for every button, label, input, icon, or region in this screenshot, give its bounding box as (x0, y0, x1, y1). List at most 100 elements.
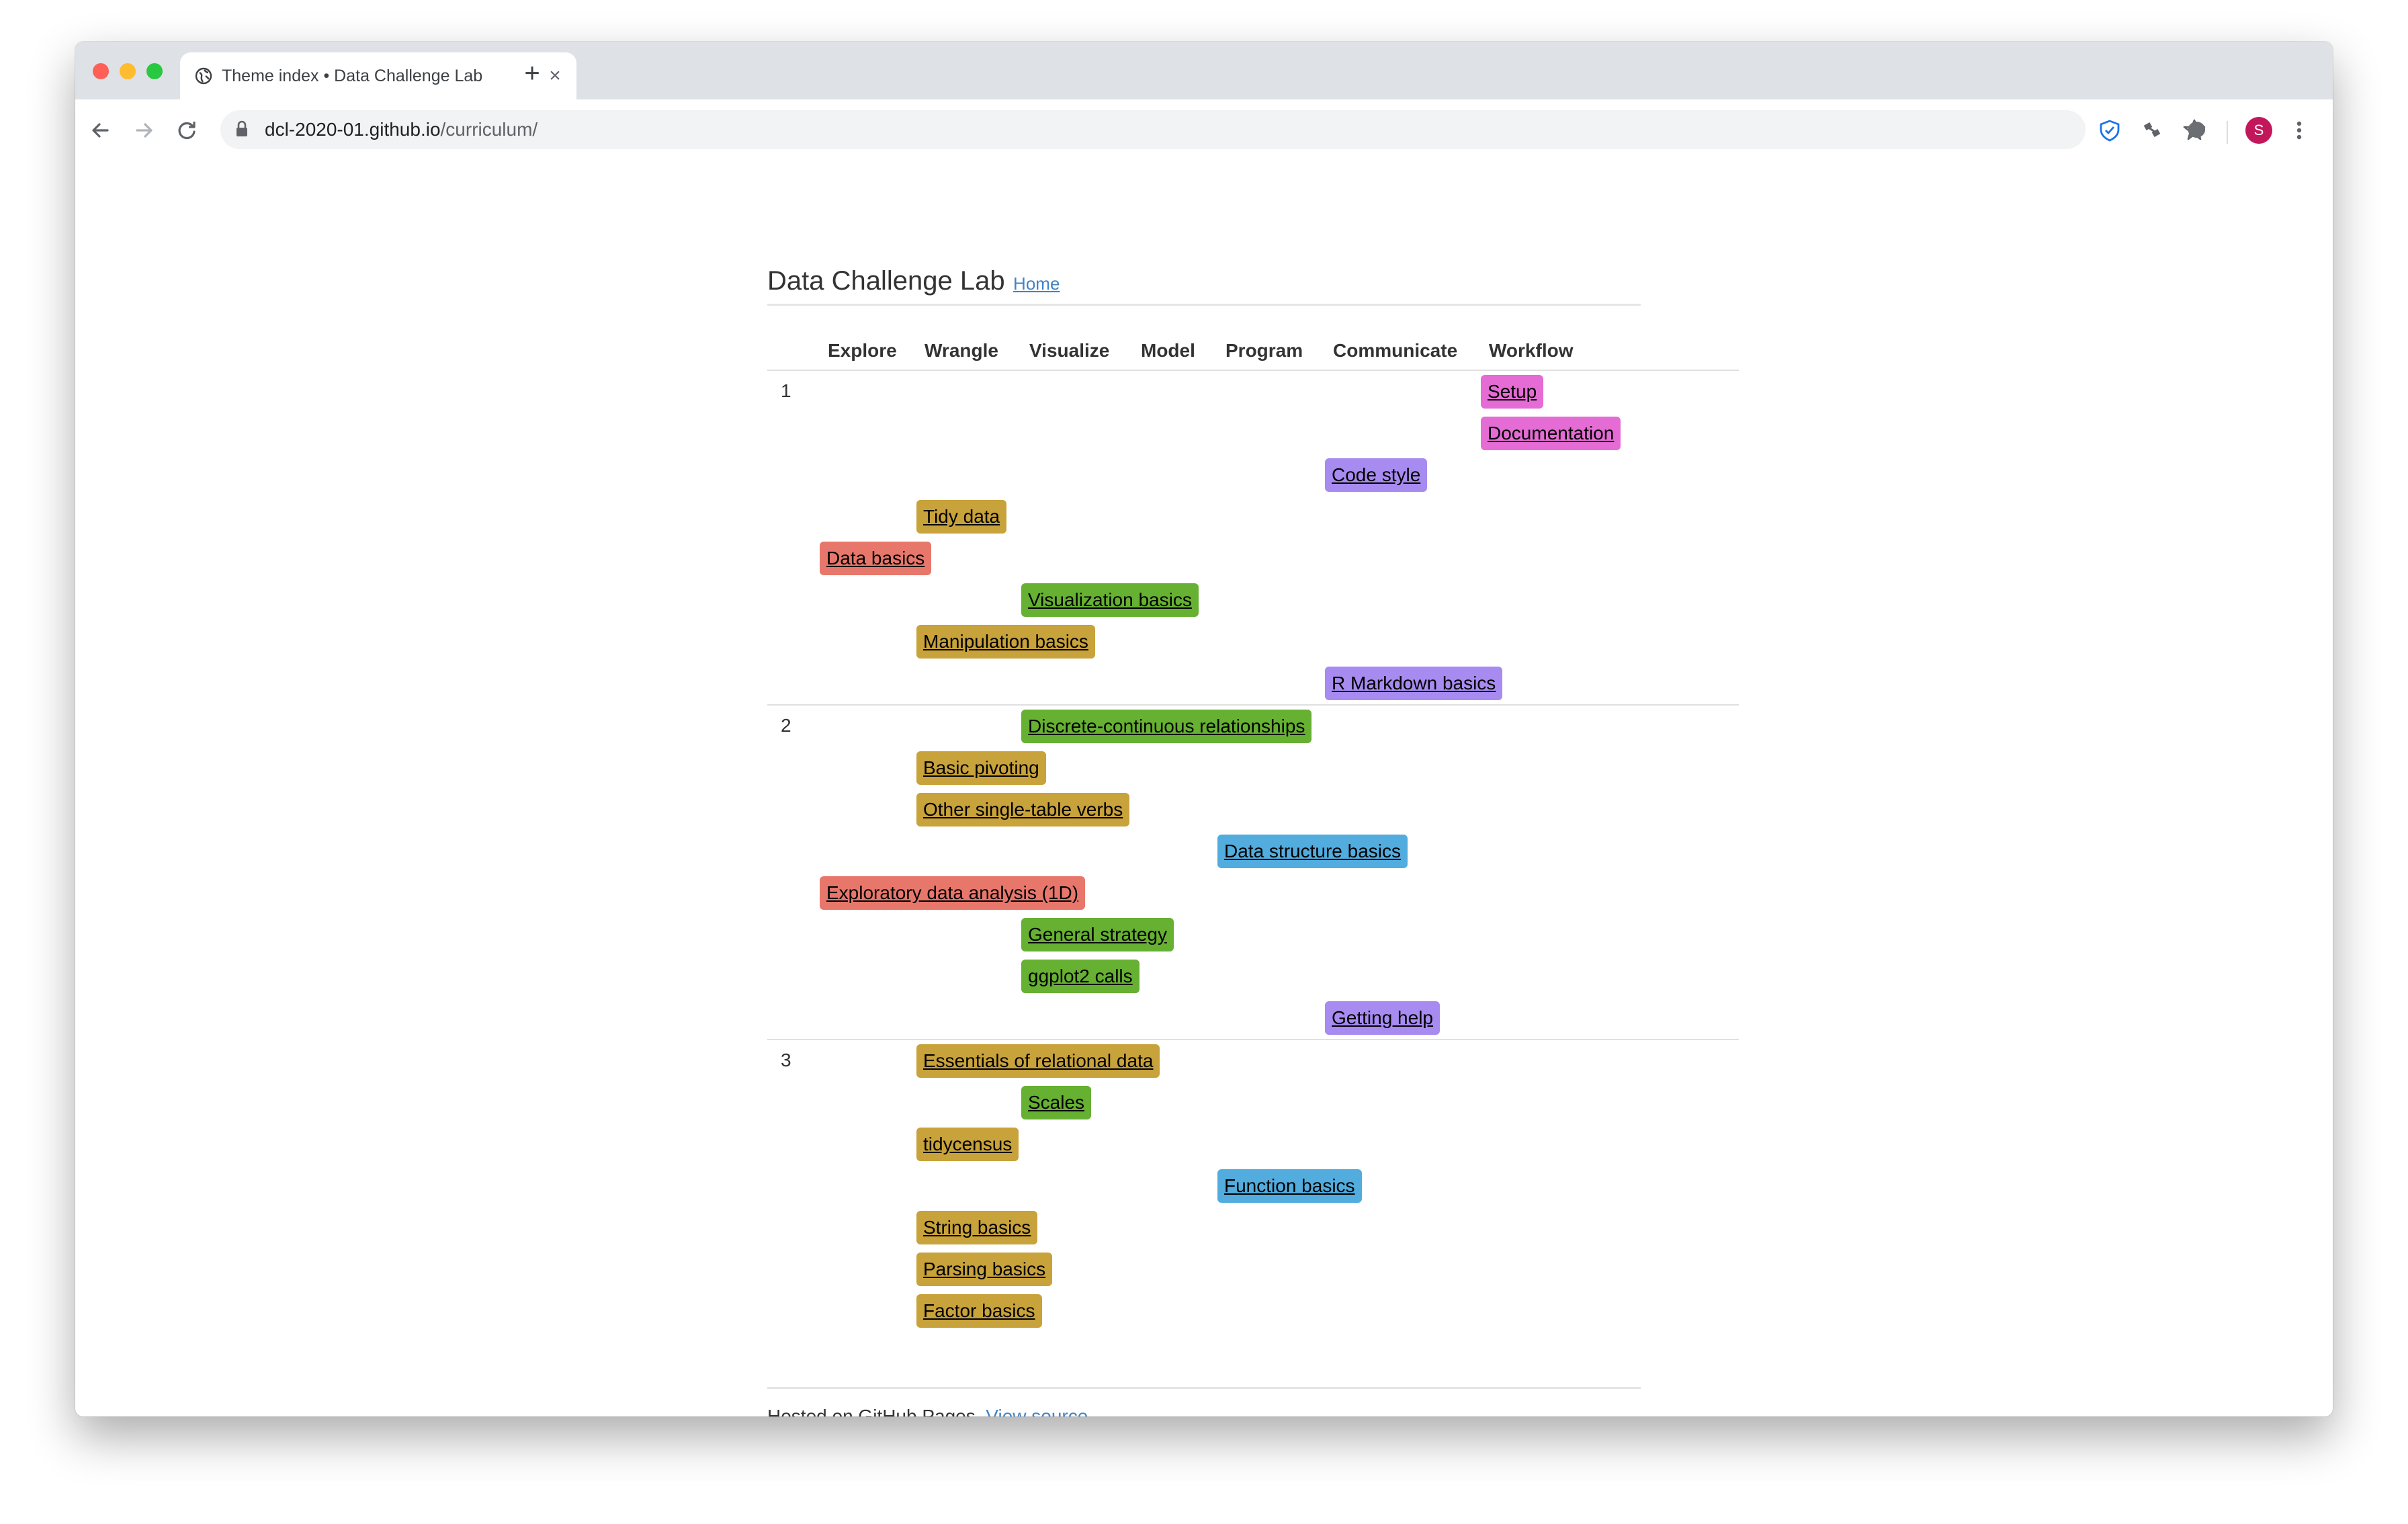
reload-icon[interactable] (171, 114, 203, 146)
theme-slot (1217, 1040, 1325, 1082)
theme-cell (1217, 496, 1325, 538)
kebab-menu-icon[interactable] (2290, 117, 2309, 144)
theme-slot (1481, 831, 1739, 872)
theme-cell (820, 997, 916, 1040)
url-text[interactable]: dcl-2020-01.github.io/curriculum/ (265, 110, 538, 149)
theme-link[interactable]: Code style (1325, 458, 1428, 492)
theme-link[interactable]: R Markdown basics (1325, 667, 1503, 700)
theme-cell (1021, 1290, 1133, 1332)
unit-cell: 3 (767, 1040, 820, 1082)
theme-slot (1021, 663, 1133, 704)
theme-cell (1021, 413, 1133, 454)
unit-cell (767, 621, 820, 663)
back-arrow-icon[interactable] (85, 114, 117, 146)
theme-link[interactable]: Getting help (1325, 1001, 1440, 1035)
theme-cell: Manipulation basics (916, 621, 1095, 663)
close-window-button[interactable] (93, 63, 109, 79)
theme-cell (1481, 1124, 1739, 1165)
theme-cell (1325, 621, 1481, 663)
theme-cell (1325, 1040, 1481, 1082)
theme-cell (1481, 705, 1739, 747)
profile-avatar[interactable]: S (2245, 117, 2272, 144)
theme-slot (1217, 1082, 1325, 1124)
theme-link[interactable]: tidycensus (916, 1128, 1019, 1161)
theme-slot (916, 454, 1021, 496)
theme-link[interactable]: ggplot2 calls (1021, 960, 1140, 993)
table-row: Visualization basics (767, 579, 1739, 621)
table-row: Data structure basics (767, 831, 1739, 872)
theme-cell (1481, 1165, 1739, 1207)
forward-arrow-icon[interactable] (128, 114, 160, 146)
unit-cell (767, 997, 820, 1040)
theme-link[interactable]: Data basics (820, 542, 932, 575)
theme-slot (1325, 1040, 1481, 1082)
theme-slot (1325, 706, 1481, 747)
theme-cell (1021, 872, 1133, 914)
theme-cell (1021, 789, 1133, 831)
unit-cell: 2 (767, 705, 820, 747)
minimize-window-button[interactable] (120, 63, 136, 79)
theme-slot (1021, 1124, 1133, 1165)
column-header-visualize: Visualize (1029, 340, 1110, 361)
theme-cell (1217, 789, 1325, 831)
theme-cell (916, 538, 1021, 579)
footer-divider (767, 1387, 1641, 1389)
theme-slot (1133, 872, 1217, 914)
chat-extension-icon[interactable] (2185, 118, 2209, 142)
theme-cell (1133, 1248, 1217, 1290)
home-link[interactable]: Home (1013, 273, 1060, 294)
tab-strip: Theme index • Data Challenge Lab × + (75, 42, 2333, 99)
maximize-window-button[interactable] (146, 63, 163, 79)
theme-cell (1481, 454, 1739, 496)
theme-link[interactable]: Tidy data (916, 500, 1007, 534)
theme-slot (1133, 1124, 1217, 1165)
theme-cell: Data basics (820, 538, 932, 579)
theme-cell (1325, 538, 1481, 579)
unit-group: 3 Essentials of relational data Scales tidy… (767, 1040, 1739, 1332)
view-source-link[interactable]: View source (986, 1406, 1088, 1416)
theme-link[interactable]: Setup (1481, 375, 1544, 409)
theme-slot (1133, 747, 1217, 789)
theme-link[interactable]: Documentation (1481, 417, 1621, 450)
unit-slot (767, 1248, 820, 1290)
table-row: String basics (767, 1207, 1739, 1248)
theme-cell: Scales (1021, 1082, 1133, 1124)
theme-slot (1133, 956, 1217, 997)
theme-cell (916, 914, 1021, 956)
theme-link[interactable]: String basics (916, 1211, 1038, 1244)
theme-cell: Setup (1481, 370, 1739, 413)
unit-cell (767, 663, 820, 705)
theme-cell (1325, 914, 1481, 956)
lock-icon[interactable] (235, 120, 249, 138)
theme-slot (1021, 538, 1133, 579)
new-tab-button[interactable]: + (516, 58, 548, 90)
theme-slot (1021, 454, 1133, 496)
theme-link[interactable]: Scales (1021, 1086, 1092, 1119)
theme-cell (1217, 1040, 1325, 1082)
address-bar[interactable]: dcl-2020-01.github.io/curriculum/ (220, 110, 2206, 149)
unit-slot (767, 1290, 820, 1332)
shield-extension-icon[interactable] (2098, 118, 2122, 142)
theme-slot: Other single-table verbs (916, 789, 1130, 831)
unit-slot (767, 454, 820, 496)
theme-cell (1133, 914, 1217, 956)
theme-cell (1217, 413, 1325, 454)
theme-slot (1325, 538, 1481, 579)
theme-cell (820, 413, 916, 454)
theme-slot (820, 956, 916, 997)
theme-cell (916, 579, 1021, 621)
theme-cell (820, 1040, 916, 1082)
unit-cell (767, 496, 820, 538)
theme-slot (1133, 914, 1217, 956)
unit-cell (767, 1290, 820, 1332)
theme-cell (1325, 747, 1481, 789)
theme-slot (1481, 872, 1739, 914)
theme-cell (1481, 663, 1739, 705)
theme-slot (1217, 1207, 1325, 1248)
theme-slot: Data basics (820, 538, 932, 579)
unit-slot (767, 413, 820, 454)
unit-cell (767, 747, 820, 789)
satellite-extension-icon[interactable] (2141, 118, 2165, 142)
theme-slot (1021, 371, 1133, 413)
theme-cell (820, 747, 916, 789)
